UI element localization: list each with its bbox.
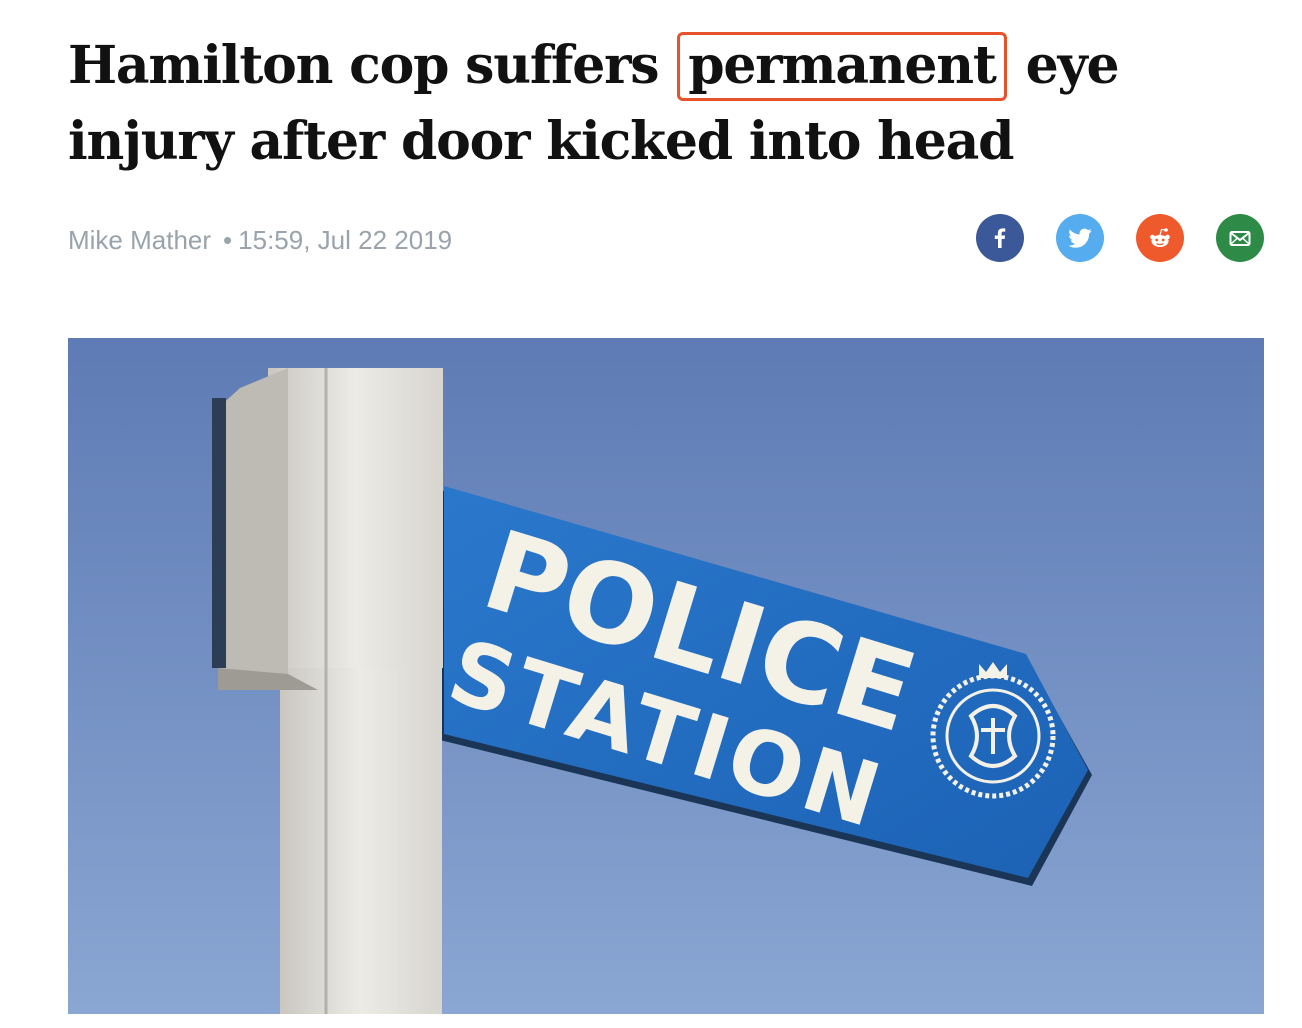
police-station-sign-photo: POLICE STATION: [68, 338, 1264, 1014]
article-headline: Hamilton cop suffers permanent eye injur…: [68, 28, 1268, 180]
share-facebook-button[interactable]: [976, 214, 1024, 262]
email-icon: [1229, 231, 1251, 246]
twitter-icon: [1068, 228, 1092, 248]
article-byline: Mike Mather • 15:59, Jul 22 2019: [68, 224, 452, 256]
highlighted-word-box: permanent: [677, 32, 1007, 101]
article-hero-image: POLICE STATION: [68, 338, 1264, 1014]
share-reddit-button[interactable]: [1136, 214, 1184, 262]
byline-separator: •: [223, 225, 233, 255]
share-email-button[interactable]: [1216, 214, 1264, 262]
headline-text-start: Hamilton cop suffers: [68, 35, 660, 96]
reddit-icon: [1150, 228, 1170, 247]
facebook-icon: [994, 228, 1006, 248]
publish-timestamp: 15:59, Jul 22 2019: [238, 225, 453, 255]
share-twitter-button[interactable]: [1056, 214, 1104, 262]
article-page: Hamilton cop suffers permanent eye injur…: [0, 0, 1302, 1028]
share-bar: [976, 214, 1264, 262]
author-name[interactable]: Mike Mather: [68, 225, 211, 255]
